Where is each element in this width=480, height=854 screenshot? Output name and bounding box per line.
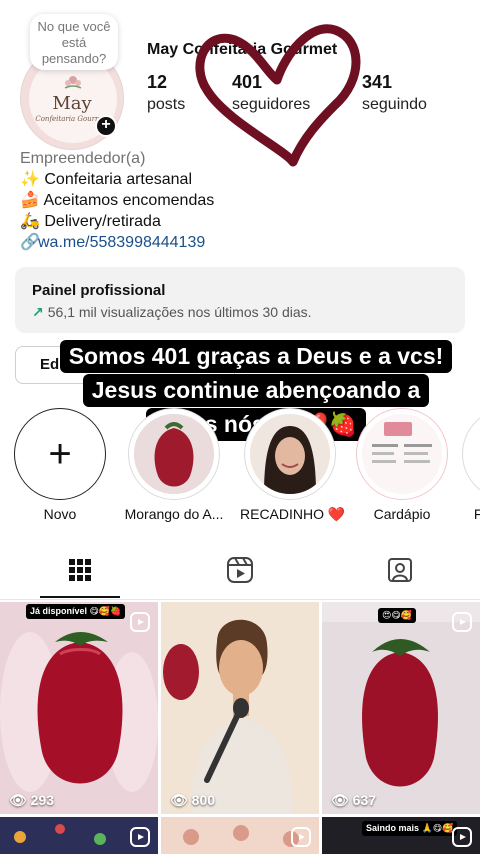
post-caption-tag: Saindo mais 🙏😋🥰 <box>362 821 458 836</box>
strawberry-post-image <box>322 602 480 814</box>
menu-thumbnail-icon <box>362 414 442 494</box>
view-count-value: 800 <box>191 792 216 808</box>
grid-post[interactable]: Já disponível 😋🥰🍓 👁 293 <box>0 602 158 814</box>
profile-bio: Empreendedor(a) ✨ Confeitaria artesanal … <box>20 148 460 253</box>
bio-line: 🍰 Aceitamos encomendas <box>20 192 215 209</box>
profile-tabs <box>0 540 480 600</box>
reel-indicator-icon <box>452 612 472 632</box>
view-count-value: 637 <box>352 792 377 808</box>
view-count-value: 293 <box>30 792 55 808</box>
highlight-extra[interactable]: Fe <box>462 408 480 522</box>
reel-indicator-icon <box>130 827 150 847</box>
tab-reels[interactable] <box>160 540 320 600</box>
note-text: No que você está pensando? <box>37 19 111 66</box>
posts-count: 12 <box>147 72 168 92</box>
highlight-new[interactable]: + Novo <box>10 408 110 522</box>
active-tab-indicator <box>40 596 120 598</box>
flower-logo-icon <box>64 76 82 89</box>
view-count: 👁 293 <box>9 792 55 808</box>
post-caption-tag: Já disponível 😋🥰🍓 <box>26 604 126 619</box>
reel-indicator-icon <box>452 827 472 847</box>
highlight-morango[interactable]: Morango do A... <box>124 408 224 522</box>
bio-link-text: wa.me/5583998444139 <box>38 234 206 251</box>
professional-dashboard[interactable]: Painel profissional ↗ 56,1 mil visualizaç… <box>15 267 465 333</box>
person-thumbnail-icon <box>250 414 330 494</box>
highlight-cardapio[interactable]: Cardápio <box>352 408 452 522</box>
link-icon: 🔗 <box>20 234 40 251</box>
reel-indicator-icon <box>291 827 311 847</box>
view-count: 👁 637 <box>331 792 377 808</box>
reels-icon <box>227 557 253 583</box>
following-label: seguindo <box>362 96 427 113</box>
grid-post[interactable] <box>0 817 158 854</box>
post-caption-tag: 😍😋🥰 <box>378 608 416 623</box>
note-bubble[interactable]: No que você está pensando? <box>30 14 118 70</box>
grid-post[interactable]: 😍😋🥰 👁 637 <box>322 602 480 814</box>
bio-category: Empreendedor(a) <box>20 150 146 167</box>
tab-tagged[interactable] <box>320 540 480 600</box>
plus-icon: + <box>48 432 72 476</box>
pro-panel-title: Painel profissional <box>32 282 166 299</box>
reel-indicator-icon <box>130 612 150 632</box>
following-stat[interactable]: 341 seguindo <box>362 72 427 114</box>
add-story-button[interactable]: + <box>95 115 117 137</box>
posts-stat[interactable]: 12 posts <box>147 72 185 114</box>
bio-link[interactable]: 🔗wa.me/5583998444139 <box>20 232 460 253</box>
strawberry-post-image <box>0 602 158 814</box>
highlight-label: Morango do A... <box>124 506 224 522</box>
caption-line: Somos 401 graças a Deus e a vcs! <box>59 340 453 373</box>
tagged-icon <box>388 558 412 582</box>
trend-up-icon: ↗ <box>32 304 44 320</box>
singer-post-image <box>161 602 319 814</box>
grid-post[interactable]: Saindo mais 🙏😋🥰 <box>322 817 480 854</box>
tab-posts-grid[interactable] <box>0 540 160 600</box>
grid-post[interactable]: 👁 800 <box>161 602 319 814</box>
view-count: 👁 800 <box>170 792 216 808</box>
highlight-label: RECADINHO ❤️ <box>240 506 346 522</box>
posts-label: posts <box>147 96 186 113</box>
caption-line: Jesus continue abençoando a <box>82 374 430 407</box>
grid-post[interactable] <box>161 817 319 854</box>
bio-line: 🛵 Delivery/retirada <box>20 213 161 230</box>
highlight-label: Fe <box>473 506 480 522</box>
highlight-label: Cardápio <box>373 506 431 522</box>
bio-line: ✨ Confeitaria artesanal <box>20 171 193 188</box>
avatar-logo-name: May <box>52 93 92 114</box>
highlight-label: Novo <box>43 506 77 522</box>
highlight-recadinho[interactable]: RECADINHO ❤️ <box>240 408 346 523</box>
pro-panel-stat: 56,1 mil visualizações nos últimos 30 di… <box>47 304 312 320</box>
grid-icon <box>69 559 91 581</box>
pro-panel-subtitle: ↗ 56,1 mil visualizações nos últimos 30 d… <box>32 304 448 321</box>
strawberry-thumbnail-icon <box>134 414 214 494</box>
